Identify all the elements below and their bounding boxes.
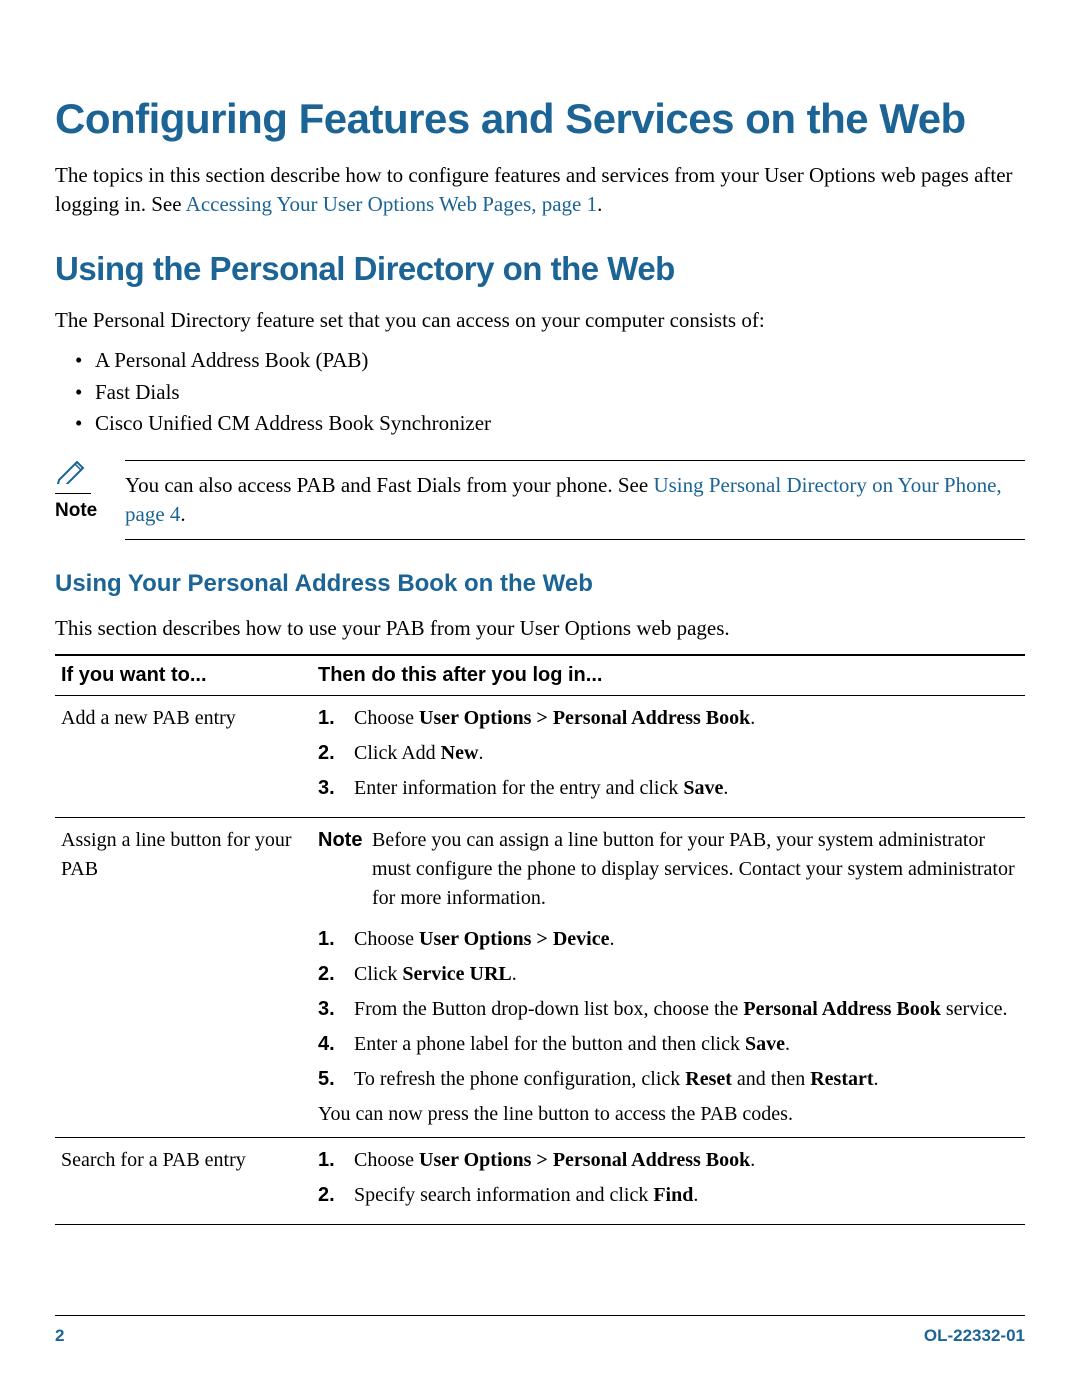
note-body-wrap: You can also access PAB and Fast Dials f… (125, 460, 1025, 541)
row-action: Add a new PAB entry (55, 695, 312, 817)
note-body: You can also access PAB and Fast Dials f… (125, 471, 1025, 541)
note-underline (55, 493, 91, 494)
step-item: Click Add New. (318, 739, 1019, 768)
inline-note: Note Before you can assign a line button… (318, 826, 1019, 913)
step-item: Specify search information and click Fin… (318, 1181, 1019, 1210)
table-header-right: Then do this after you log in... (312, 655, 1025, 696)
page-number: 2 (55, 1326, 64, 1346)
h3-intro: This section describes how to use your P… (55, 614, 1025, 643)
step-item: Choose User Options > Personal Address B… (318, 704, 1019, 733)
row-action: Assign a line button for your PAB (55, 817, 312, 1137)
note-label: Note (55, 500, 125, 522)
row-steps: Choose User Options > Personal Address B… (312, 1137, 1025, 1224)
intro-text-post: . (597, 192, 602, 216)
note-text-pre: You can also access PAB and Fast Dials f… (125, 473, 653, 497)
step-item: Click Service URL. (318, 960, 1019, 989)
note-text-post: . (180, 502, 185, 526)
inline-note-body: Before you can assign a line button for … (372, 826, 1019, 913)
heading-2: Using the Personal Directory on the Web (55, 250, 1025, 288)
inline-note-label: Note (318, 826, 372, 913)
feature-list: A Personal Address Book (PAB) Fast Dials… (55, 345, 1025, 440)
pencil-icon (55, 460, 125, 489)
procedure-table: If you want to... Then do this after you… (55, 654, 1025, 1225)
bullet-item: A Personal Address Book (PAB) (55, 345, 1025, 377)
bullet-item: Cisco Unified CM Address Book Synchroniz… (55, 408, 1025, 440)
after-steps-text: You can now press the line button to acc… (318, 1100, 1019, 1129)
step-item: From the Button drop-down list box, choo… (318, 995, 1019, 1024)
pd-intro: The Personal Directory feature set that … (55, 306, 1025, 335)
table-row: Assign a line button for your PAB Note B… (55, 817, 1025, 1137)
heading-1: Configuring Features and Services on the… (55, 95, 1025, 143)
table-header-left: If you want to... (55, 655, 312, 696)
intro-paragraph: The topics in this section describe how … (55, 161, 1025, 220)
row-steps: Note Before you can assign a line button… (312, 817, 1025, 1137)
step-item: Enter a phone label for the button and t… (318, 1030, 1019, 1059)
document-id: OL-22332-01 (924, 1326, 1025, 1346)
step-item: Enter information for the entry and clic… (318, 774, 1019, 803)
heading-3: Using Your Personal Address Book on the … (55, 570, 1025, 598)
note-block: Note You can also access PAB and Fast Di… (55, 460, 1025, 541)
table-row: Add a new PAB entry Choose User Options … (55, 695, 1025, 817)
step-item: Choose User Options > Device. (318, 925, 1019, 954)
row-action: Search for a PAB entry (55, 1137, 312, 1224)
page-footer: 2 OL-22332-01 (55, 1315, 1025, 1346)
row-steps: Choose User Options > Personal Address B… (312, 695, 1025, 817)
link-user-options-pages[interactable]: Accessing Your User Options Web Pages, p… (186, 192, 597, 216)
step-item: Choose User Options > Personal Address B… (318, 1146, 1019, 1175)
note-icon-column: Note (55, 460, 125, 522)
step-item: To refresh the phone configuration, clic… (318, 1065, 1019, 1094)
page-content: Configuring Features and Services on the… (0, 0, 1080, 1386)
table-row: Search for a PAB entry Choose User Optio… (55, 1137, 1025, 1224)
bullet-item: Fast Dials (55, 377, 1025, 409)
